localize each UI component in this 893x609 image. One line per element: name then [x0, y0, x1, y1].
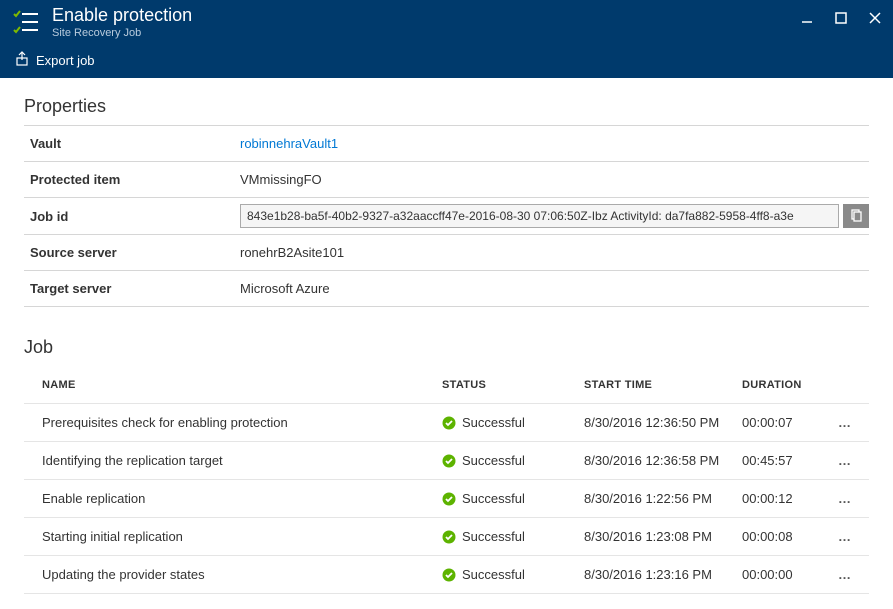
table-row: Updating the provider states Successful …	[24, 556, 869, 594]
properties-heading: Properties	[24, 96, 869, 117]
title-bar: Enable protection Site Recovery Job	[0, 0, 893, 48]
job-table-header: NAME STATUS START TIME DURATION	[24, 366, 869, 404]
job-start-time: 8/30/2016 1:22:56 PM	[584, 491, 742, 506]
property-value: ronehrB2Asite101	[240, 245, 869, 260]
status-text: Successful	[462, 491, 525, 506]
property-label: Job id	[24, 209, 240, 224]
property-value: Microsoft Azure	[240, 281, 869, 296]
row-menu-button[interactable]: …	[833, 490, 857, 508]
success-icon	[442, 416, 456, 430]
vault-link[interactable]: robinnehraVault1	[240, 136, 869, 151]
job-duration: 00:00:08	[742, 529, 832, 544]
table-row: Enable replication Successful 8/30/2016 …	[24, 480, 869, 518]
app-icon	[10, 6, 42, 38]
property-row-source-server: Source server ronehrB2Asite101	[24, 235, 869, 271]
job-name: Identifying the replication target	[42, 453, 442, 468]
row-menu-button[interactable]: …	[833, 452, 857, 470]
maximize-button[interactable]	[831, 8, 851, 28]
job-start-time: 8/30/2016 12:36:58 PM	[584, 453, 742, 468]
export-job-label: Export job	[36, 53, 95, 68]
property-row-job-id: Job id	[24, 198, 869, 235]
job-name: Starting initial replication	[42, 529, 442, 544]
job-start-time: 8/30/2016 1:23:16 PM	[584, 567, 742, 582]
success-icon	[442, 454, 456, 468]
job-duration: 00:45:57	[742, 453, 832, 468]
property-row-target-server: Target server Microsoft Azure	[24, 271, 869, 307]
job-duration: 00:00:07	[742, 415, 832, 430]
property-value: VMmissingFO	[240, 172, 869, 187]
toolbar: Export job	[0, 48, 893, 78]
status-text: Successful	[462, 567, 525, 582]
column-header-start: START TIME	[584, 379, 742, 391]
row-menu-button[interactable]: …	[833, 528, 857, 546]
column-header-duration: DURATION	[742, 379, 832, 391]
success-icon	[442, 568, 456, 582]
job-start-time: 8/30/2016 1:23:08 PM	[584, 529, 742, 544]
status-text: Successful	[462, 453, 525, 468]
property-label: Vault	[24, 136, 240, 151]
minimize-button[interactable]	[797, 8, 817, 28]
close-button[interactable]	[865, 8, 885, 28]
job-heading: Job	[24, 337, 869, 358]
job-id-field[interactable]	[240, 204, 839, 228]
row-menu-button[interactable]: …	[833, 414, 857, 432]
status-text: Successful	[462, 415, 525, 430]
status-text: Successful	[462, 529, 525, 544]
job-duration: 00:00:00	[742, 567, 832, 582]
column-header-name: NAME	[42, 379, 442, 391]
property-row-protected-item: Protected item VMmissingFO	[24, 162, 869, 198]
properties-table: Vault robinnehraVault1 Protected item VM…	[24, 125, 869, 307]
property-label: Source server	[24, 245, 240, 260]
job-name: Updating the provider states	[42, 567, 442, 582]
property-label: Target server	[24, 281, 240, 296]
job-name: Prerequisites check for enabling protect…	[42, 415, 442, 430]
row-menu-button[interactable]: …	[833, 566, 857, 584]
table-row: Identifying the replication target Succe…	[24, 442, 869, 480]
page-title: Enable protection	[52, 4, 192, 26]
property-label: Protected item	[24, 172, 240, 187]
table-row: Prerequisites check for enabling protect…	[24, 404, 869, 442]
job-start-time: 8/30/2016 12:36:50 PM	[584, 415, 742, 430]
copy-icon	[849, 208, 863, 225]
column-header-status: STATUS	[442, 379, 584, 391]
job-name: Enable replication	[42, 491, 442, 506]
property-row-vault: Vault robinnehraVault1	[24, 126, 869, 162]
success-icon	[442, 492, 456, 506]
export-job-button[interactable]: Export job	[14, 51, 95, 70]
job-table: NAME STATUS START TIME DURATION Prerequi…	[24, 366, 869, 594]
success-icon	[442, 530, 456, 544]
job-duration: 00:00:12	[742, 491, 832, 506]
export-icon	[14, 51, 30, 70]
table-row: Starting initial replication Successful …	[24, 518, 869, 556]
copy-button[interactable]	[843, 204, 869, 228]
page-subtitle: Site Recovery Job	[52, 26, 192, 40]
